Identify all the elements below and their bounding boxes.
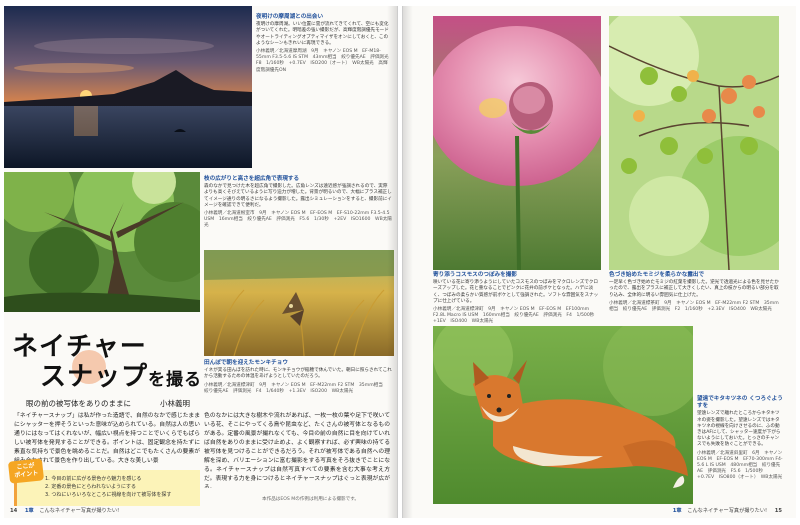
maple-leaves-photo — [609, 16, 779, 270]
photo-note: 本作品はEOS Mの作例は利用による撮影です。 — [262, 497, 359, 502]
caption-exif: 小林義明／北海道斜里町 6月 キヤノン EOS M EF-EOS M EF70-… — [697, 450, 783, 481]
caption-title: 寄り添うコスモスのつぼみを撮影 — [433, 272, 517, 278]
cosmos-bud-photo — [433, 16, 601, 270]
right-footer: 1章 こんなネイチャー写真が撮りたい! 15 — [673, 507, 788, 514]
caption-exif: 小林義明／北海道標茶町 9月 キヤノン EOS M EF-M22mm F2 ST… — [609, 300, 779, 313]
caption-title: 枝の広がりと高さを超広角で表現する — [204, 176, 300, 182]
title-line2: スナップ — [40, 362, 149, 392]
maple-caption: 色づき始めたモミジを柔らかな露出で 一足早く色づき始めたモミジの紅葉を撮影した。… — [609, 272, 779, 313]
point-item: 1. 今目の前に広がる景色から魅力を感じる — [45, 476, 142, 482]
caption-exif: 小林義明／北海道根室市 9月 キヤノン EOS M EF-EOS M EF-S1… — [204, 211, 392, 229]
caption-exif: 小林義明／北海道標津町 9月 キヤノン EOS M EF-M22mm F2 ST… — [204, 382, 388, 394]
caption-desc: イネが実る田んぼを訪れた時に、モンキチョウが稲穂で休んでいた。朝日に照らされてこ… — [204, 368, 392, 380]
chapter-title: こんなネイチャー写真が撮りたい! — [39, 508, 120, 514]
lake-sunrise-photo — [4, 6, 252, 168]
article-subtitle: 眼の前の被写体をありのままに — [26, 399, 131, 408]
left-page: 夜明けの摩周湖との出会い 夜明けの摩周湖。いい位置に雲が流れてきてくれて、空にも… — [4, 6, 398, 518]
butterfly-ricefield-photo — [204, 250, 394, 356]
body-text-col2: 色のなかには大きな樹木や流れがあれば、一枚一枚の葉や足下で咲いている花、そこにや… — [204, 413, 390, 488]
chapter-label: 1章 — [672, 508, 682, 514]
forest-tree-photo — [4, 172, 200, 312]
lake-sunrise-caption: 夜明けの摩周湖との出会い 夜明けの摩周湖。いい位置に雲が流れてきてくれて、空にも… — [256, 14, 394, 74]
caption-exif: 小林義明／北海道標津町 9月 キヤノン EOS M EF-EOS M EF100… — [433, 307, 599, 325]
caption-desc: 一足早く色づき始めたモミジの紅葉を撮影した。逆光で透過光による色を見せたかったの… — [609, 280, 779, 298]
title-suffix: を撮る — [148, 370, 203, 390]
red-fox-photo — [433, 326, 693, 504]
chapter-title: こんなネイチャー写真が撮りたい! — [687, 508, 768, 514]
right-page: 寄り添うコスモスのつぼみを撮影 咲いている花に寄り添うようにしていたコスモスのつ… — [402, 6, 796, 518]
caption-desc: 望遠レンズで離れたところからキタキツネの姿を撮影した。望遠レンズではキタキツネの… — [697, 411, 781, 448]
caption-title: 夜明けの摩周湖との出会い — [256, 14, 324, 20]
body-text-col1: 「ネイチャースナップ」は私が作った造語で、自然のなかで感じたままにシャッターを押… — [14, 413, 200, 464]
point-list: 1. 今目の前に広がる景色から魅力を感じる 2. 定番の景色にとらわれないように… — [45, 475, 171, 499]
point-badge: ここが ポイント — [7, 458, 45, 484]
page-number: 14 — [10, 508, 18, 514]
caption-desc: 夜明けの摩周湖。いい位置に雲が流れてきてくれて、空にも変化がついてくれた。明暗差… — [256, 22, 389, 46]
point-item: 2. 定番の景色にとらわれないようにする — [45, 484, 137, 490]
left-footer: 14 1章 こんなネイチャー写真が撮りたい! — [10, 507, 119, 514]
caption-desc: 咲いている花に寄り添うようにしていたコスモスのつぼみをマクロレンズでクローズアッ… — [433, 280, 599, 304]
chapter-label: 1章 — [24, 508, 34, 514]
point-box: ここが ポイント 1. 今目の前に広がる景色から魅力を感じる 2. 定番の景色に… — [7, 458, 200, 506]
fox-caption: 望遠でキタキツネの くつろぐようすを 望遠レンズで離れたところからキタキツネの姿… — [697, 396, 783, 482]
caption-desc: 森のなかで見つけた木を超広角で撮影した。広角レンズは遠近感が強調されるので、実際… — [204, 184, 392, 208]
article-author: 小林義明 — [160, 399, 190, 408]
caption-exif: 小林義明／北海道摩周湖 9月 キヤノン EOS M EF-M18-55mm F3… — [256, 49, 394, 73]
forest-tree-caption: 枝の広がりと高さを超広角で表現する 森のなかで見つけた木を超広角で撮影した。広角… — [204, 176, 392, 230]
caption-title: 望遠でキタキツネの くつろぐようすを — [697, 396, 783, 410]
caption-title: 田んぼで朝を迎えたモンキチョウ — [204, 360, 288, 366]
caption-title: 色づき始めたモミジを柔らかな露出で — [609, 272, 705, 278]
article-title: ネイチャー スナップを撮る — [12, 332, 202, 395]
title-line1: ネイチャー — [12, 332, 147, 362]
point-item: 3. つねにいろいろなところに視線を向けて被写体を探す — [45, 492, 172, 498]
cosmos-caption: 寄り添うコスモスのつぼみを撮影 咲いている花に寄り添うようにしていたコスモスのつ… — [433, 272, 601, 326]
butterfly-caption: 田んぼで朝を迎えたモンキチョウ イネが実る田んぼを訪れた時に、モンキチョウが稲穂… — [204, 360, 392, 395]
page-number: 15 — [774, 508, 782, 514]
